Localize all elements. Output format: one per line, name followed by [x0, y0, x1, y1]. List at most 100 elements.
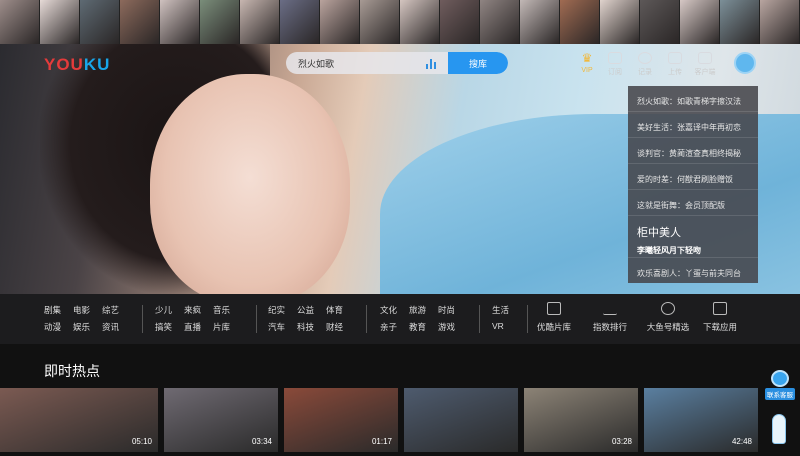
strip-photo[interactable]: [480, 0, 520, 44]
strip-photo[interactable]: [200, 0, 240, 44]
category-link[interactable]: 教育: [409, 321, 426, 337]
category-group-3: 纪实 汽车 公益 科技 体育 财经: [268, 304, 343, 337]
category-link[interactable]: 科技: [297, 321, 314, 337]
youku-logo[interactable]: YOUKU: [44, 55, 110, 75]
category-link[interactable]: 音乐: [213, 304, 230, 320]
tool-ranking[interactable]: 指数排行: [580, 302, 640, 333]
strip-photo[interactable]: [120, 0, 160, 44]
nav-subscribe[interactable]: 订阅: [602, 52, 628, 77]
category-link[interactable]: 搞笑: [155, 321, 172, 337]
category-group-5: 生活 VR: [492, 304, 509, 337]
category-link[interactable]: 公益: [297, 304, 314, 320]
hero-list-item[interactable]: 欢乐喜剧人：丫蛋与前夫同台: [628, 258, 758, 279]
strip-photo[interactable]: [280, 0, 320, 44]
strip-photo[interactable]: [600, 0, 640, 44]
nav-upload-label: 上传: [668, 69, 682, 76]
video-thumb[interactable]: [404, 388, 518, 452]
hero-list-item[interactable]: 爱的时差：何猷君刷脸赠饭: [628, 164, 758, 190]
category-link[interactable]: 综艺: [102, 304, 119, 320]
upload-icon: [668, 52, 682, 64]
category-link[interactable]: 直播: [184, 321, 201, 337]
strip-photo[interactable]: [40, 0, 80, 44]
tool-library[interactable]: 优酷片库: [524, 302, 584, 333]
category-link[interactable]: 游戏: [438, 321, 455, 337]
crown-icon: ♛: [581, 51, 593, 65]
category-link[interactable]: 动漫: [44, 321, 61, 337]
strip-photo[interactable]: [320, 0, 360, 44]
category-link[interactable]: 纪实: [268, 304, 285, 320]
hero-list-item[interactable]: 烈火如歌：如歌青梯字擦汉法: [628, 86, 758, 112]
category-link[interactable]: 电影: [73, 304, 90, 320]
category-link[interactable]: 亲子: [380, 321, 397, 337]
back-to-top-rocket-icon[interactable]: [772, 414, 786, 444]
clock-icon: [638, 52, 652, 64]
hero-list-item[interactable]: 美好生活：张嘉译中年再初恋: [628, 112, 758, 138]
download-icon: [713, 302, 727, 315]
search-box: 搜库: [286, 52, 508, 74]
featured-subtitle: 李曦轻风月下轻吻: [637, 246, 701, 255]
category-link[interactable]: 片库: [213, 321, 230, 337]
video-duration: 03:28: [611, 437, 632, 446]
strip-photo[interactable]: [560, 0, 600, 44]
category-link[interactable]: 娱乐: [73, 321, 90, 337]
nav-history[interactable]: 记录: [632, 52, 658, 77]
category-link[interactable]: 时尚: [438, 304, 455, 320]
video-thumb[interactable]: 05:10: [0, 388, 158, 452]
category-link[interactable]: 财经: [326, 321, 343, 337]
nav-vip[interactable]: ♛ VIP: [574, 52, 600, 74]
video-duration: 42:48: [731, 437, 752, 446]
avatar[interactable]: [734, 52, 756, 74]
strip-photo[interactable]: [680, 0, 720, 44]
tool-fish[interactable]: 大鱼号精选: [638, 302, 698, 333]
nav-client[interactable]: 客户端: [692, 52, 718, 77]
category-link[interactable]: 少儿: [155, 304, 172, 320]
hero-list-item[interactable]: 这就是街舞：会员顶配版: [628, 190, 758, 216]
nav-subscribe-label: 订阅: [608, 69, 622, 76]
nav-client-label: 客户端: [694, 69, 716, 76]
strip-photo[interactable]: [80, 0, 120, 44]
customer-service-button[interactable]: 联系客服: [763, 370, 797, 400]
strip-photo[interactable]: [720, 0, 760, 44]
video-thumb[interactable]: 03:34: [164, 388, 278, 452]
tool-download-label: 下载应用: [702, 322, 737, 332]
video-duration: 05:10: [131, 437, 152, 446]
category-link[interactable]: 旅游: [409, 304, 426, 320]
category-link[interactable]: 资讯: [102, 321, 119, 337]
strip-photo[interactable]: [0, 0, 40, 44]
tool-fish-label: 大鱼号精选: [646, 322, 690, 332]
category-link[interactable]: 生活: [492, 304, 509, 320]
category-link[interactable]: 来疯: [184, 304, 201, 320]
search-button[interactable]: 搜库: [448, 52, 508, 74]
video-thumb[interactable]: 42:48: [644, 388, 758, 452]
video-thumb[interactable]: 01:17: [284, 388, 398, 452]
strip-photo[interactable]: [760, 0, 800, 44]
service-icon: [771, 370, 789, 387]
tool-download[interactable]: 下载应用: [690, 302, 750, 333]
hero-list-item[interactable]: 谈判官：黄蔺渲查真相终揭秘: [628, 138, 758, 164]
category-group-2: 少儿 搞笑 来疯 直播 音乐 片库: [155, 304, 230, 337]
customer-service-label: 联系客服: [765, 388, 795, 400]
strip-photo[interactable]: [520, 0, 560, 44]
divider: [142, 305, 143, 333]
strip-photo[interactable]: [240, 0, 280, 44]
voice-bars-icon[interactable]: [426, 57, 440, 69]
category-link[interactable]: 文化: [380, 304, 397, 320]
hot-video-row: 05:10 03:34 01:17 03:28 42:48: [0, 388, 800, 456]
strip-photo[interactable]: [440, 0, 480, 44]
strip-photo[interactable]: [160, 0, 200, 44]
strip-photo[interactable]: [360, 0, 400, 44]
category-link[interactable]: 汽车: [268, 321, 285, 337]
nav-upload[interactable]: 上传: [662, 52, 688, 77]
category-link[interactable]: 体育: [326, 304, 343, 320]
category-link[interactable]: 剧集: [44, 304, 61, 320]
nav-history-label: 记录: [638, 69, 652, 76]
hero-list-featured[interactable]: 柜中美人 李曦轻风月下轻吻: [628, 216, 758, 258]
video-duration: 01:17: [371, 437, 392, 446]
category-link[interactable]: VR: [492, 321, 509, 337]
monitor-icon: [698, 52, 712, 64]
strip-photo[interactable]: [640, 0, 680, 44]
tool-ranking-label: 指数排行: [592, 322, 627, 332]
video-thumb[interactable]: 03:28: [524, 388, 638, 452]
strip-photo[interactable]: [400, 0, 440, 44]
search-input[interactable]: [286, 58, 426, 68]
